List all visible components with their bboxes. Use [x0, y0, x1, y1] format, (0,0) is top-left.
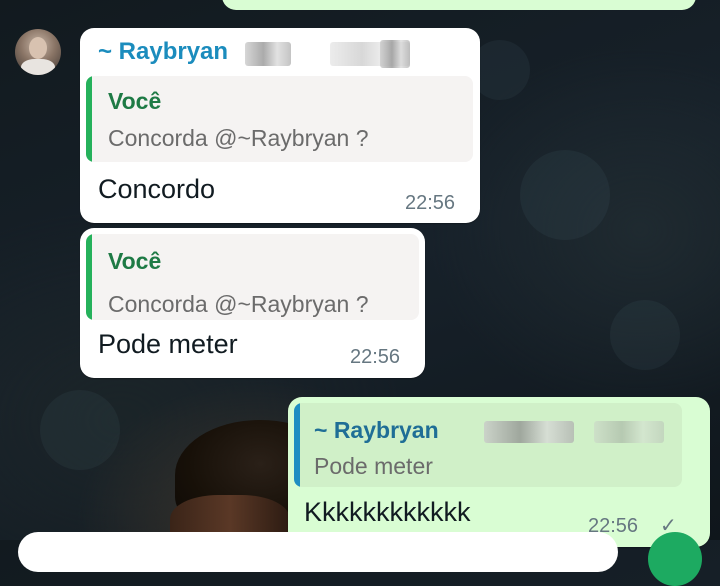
redacted-phone-number	[484, 421, 574, 443]
quoted-text: Concorda @~Raybryan ?	[108, 125, 369, 151]
quoted-text: Pode meter	[314, 453, 433, 479]
background-bokeh	[520, 150, 610, 240]
background-bokeh	[610, 300, 680, 370]
quoted-message[interactable]: ~ Raybryan Pode meter	[294, 403, 682, 487]
redacted-phone-number	[380, 40, 410, 68]
redacted-phone-number	[594, 421, 664, 443]
sender-name[interactable]: ~ Raybryan	[98, 38, 228, 66]
quoted-author: Você	[108, 88, 162, 114]
quoted-text: Concorda @~Raybryan ?	[108, 291, 369, 317]
incoming-message-bubble[interactable]: Você Concorda @~Raybryan ? Pode meter 22…	[80, 228, 425, 378]
quoted-message[interactable]: Você Concorda @~Raybryan ?	[86, 76, 473, 162]
message-text: Pode meter	[98, 329, 238, 359]
message-input[interactable]	[18, 532, 618, 572]
message-text: Kkkkkkkkkkkk	[304, 497, 471, 527]
send-button[interactable]	[648, 532, 702, 586]
quote-accent-bar	[294, 403, 300, 487]
quoted-author: Você	[108, 248, 162, 274]
quoted-author: ~ Raybryan	[314, 417, 439, 443]
outgoing-message-bubble[interactable]: ~ Raybryan Pode meter Kkkkkkkkkkkk 22:56…	[288, 397, 710, 547]
message-time: 22:56	[405, 192, 456, 214]
message-text: Concordo	[98, 174, 216, 204]
background-bokeh	[40, 390, 120, 470]
quoted-message[interactable]: Você Concorda @~Raybryan ?	[86, 234, 419, 320]
quote-accent-bar	[86, 76, 92, 162]
previous-message-bubble[interactable]	[222, 0, 696, 10]
redacted-phone-number	[245, 42, 291, 66]
contact-avatar[interactable]	[15, 29, 61, 75]
avatar-head	[29, 37, 47, 59]
avatar-shirt	[21, 59, 55, 75]
message-time: 22:56	[350, 346, 401, 368]
quote-accent-bar	[86, 234, 92, 320]
incoming-message-bubble[interactable]: ~ Raybryan Você Concorda @~Raybryan ? Co…	[80, 28, 480, 223]
